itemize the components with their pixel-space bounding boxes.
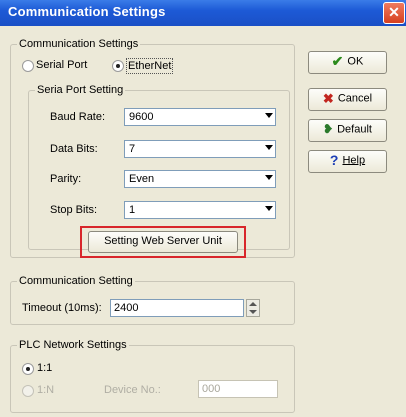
window-title: Communication Settings: [8, 4, 166, 19]
serial-port-radio[interactable]: [22, 60, 34, 72]
cancel-label: Cancel: [337, 92, 373, 105]
plc-network-settings-legend: PLC Network Settings: [17, 339, 129, 352]
check-icon: ✔: [331, 53, 344, 69]
ok-button[interactable]: ✔ OK: [308, 51, 387, 74]
chevron-down-icon: [265, 206, 273, 211]
help-button[interactable]: ? Help: [308, 150, 387, 173]
serial-port-setting-legend: Seria Port Setting: [35, 84, 126, 97]
chevron-down-icon: [265, 145, 273, 150]
communication-settings-legend: Communication Settings: [17, 38, 141, 51]
parity-label: Parity:: [50, 173, 82, 185]
parity-value: Even: [129, 173, 155, 185]
one-to-one-radio[interactable]: [22, 363, 34, 375]
device-no-input[interactable]: 000: [198, 380, 278, 398]
ok-label: OK: [347, 55, 364, 68]
stop-bits-value: 1: [129, 204, 136, 216]
communication-setting-legend: Communication Setting: [17, 275, 135, 288]
cancel-button[interactable]: ✖ Cancel: [308, 88, 387, 111]
default-icon: ❥: [323, 122, 334, 136]
ethernet-radio[interactable]: [112, 60, 124, 72]
spin-down-icon: [249, 310, 257, 314]
chevron-down-icon: [265, 175, 273, 180]
setting-web-server-unit-button[interactable]: Setting Web Server Unit: [88, 231, 238, 253]
help-icon: ?: [329, 152, 339, 168]
chevron-down-icon: [265, 113, 273, 118]
x-icon: ✖: [322, 91, 334, 106]
data-bits-label: Data Bits:: [50, 143, 98, 155]
baud-rate-label: Baud Rate:: [50, 111, 106, 123]
timeout-label: Timeout (10ms):: [22, 302, 102, 314]
dialog-window: Communication Settings ✕ Communication S…: [0, 0, 406, 417]
plc-network-settings-group: PLC Network Settings: [10, 339, 295, 413]
timeout-input[interactable]: 2400: [110, 299, 244, 317]
device-no-label: Device No.:: [104, 384, 161, 396]
close-button[interactable]: ✕: [383, 2, 405, 24]
help-label: Help: [342, 154, 366, 167]
title-bar[interactable]: Communication Settings ✕: [0, 0, 406, 26]
stop-bits-select[interactable]: 1: [124, 201, 276, 219]
close-icon: ✕: [388, 4, 400, 20]
stop-bits-label: Stop Bits:: [50, 204, 98, 216]
default-label: Default: [337, 123, 372, 136]
serial-port-label[interactable]: Serial Port: [36, 58, 87, 72]
baud-rate-value: 9600: [129, 111, 154, 123]
parity-select[interactable]: Even: [124, 170, 276, 188]
spin-up-icon: [249, 302, 257, 306]
default-button[interactable]: ❥ Default: [308, 119, 387, 142]
baud-rate-select[interactable]: 9600: [124, 108, 276, 126]
one-to-n-radio[interactable]: [22, 385, 34, 397]
data-bits-select[interactable]: 7: [124, 140, 276, 158]
one-to-n-label[interactable]: 1:N: [37, 383, 54, 397]
data-bits-value: 7: [129, 143, 136, 155]
one-to-one-label[interactable]: 1:1: [37, 361, 52, 375]
timeout-spinner[interactable]: [246, 299, 260, 317]
ethernet-label[interactable]: EtherNet: [126, 58, 174, 74]
